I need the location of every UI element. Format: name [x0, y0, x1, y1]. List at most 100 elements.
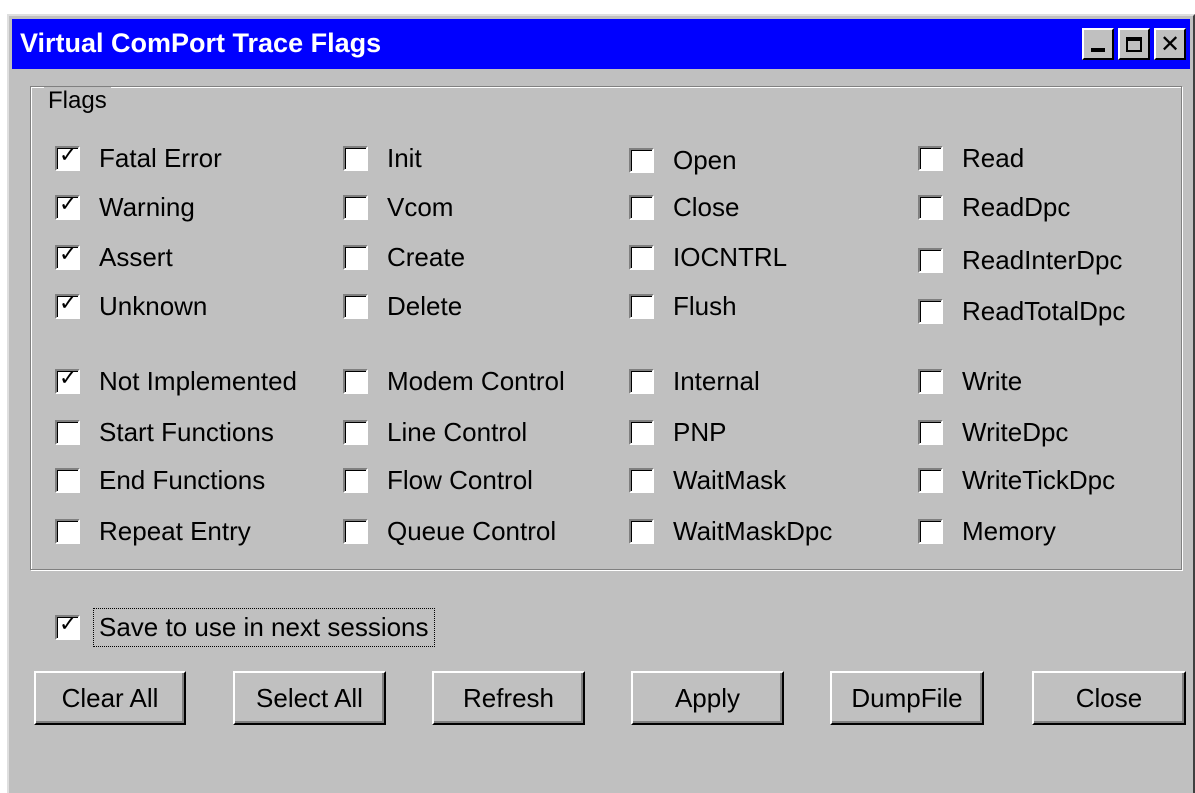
checkbox-box[interactable] — [343, 468, 368, 493]
checkbox-box[interactable] — [918, 248, 943, 273]
checkbox-box[interactable] — [629, 148, 654, 173]
checkbox-read[interactable]: Read — [918, 143, 1024, 174]
checkbox-waitmaskdpc[interactable]: WaitMaskDpc — [629, 516, 832, 547]
checkbox-delete[interactable]: Delete — [343, 291, 462, 322]
apply-button[interactable]: Apply — [631, 671, 784, 725]
checkbox-readtotaldpc[interactable]: ReadTotalDpc — [918, 296, 1125, 327]
checkbox-flush[interactable]: Flush — [629, 291, 737, 322]
checkbox-box[interactable]: ✓ — [55, 242, 80, 270]
checkbox-queue-control[interactable]: Queue Control — [343, 516, 556, 547]
close-button[interactable]: Close — [1032, 671, 1186, 725]
minimize-button[interactable] — [1082, 28, 1114, 60]
maximize-icon — [1126, 36, 1142, 52]
checkbox-label: Repeat Entry — [99, 516, 251, 546]
checkbox-box[interactable] — [918, 146, 943, 171]
checkbox-memory[interactable]: Memory — [918, 516, 1056, 547]
checkbox-label: Assert — [99, 242, 173, 272]
checkbox-box[interactable] — [918, 369, 943, 394]
checkbox-waitmask[interactable]: WaitMask — [629, 465, 786, 496]
checkbox-readinterdpc[interactable]: ReadInterDpc — [918, 245, 1122, 276]
checkbox-iocntrl[interactable]: IOCNTRL — [629, 242, 787, 273]
checkbox-close[interactable]: Close — [629, 192, 739, 223]
checkbox-fatal-error[interactable]: ✓ Fatal Error — [55, 143, 222, 174]
clear-all-button[interactable]: Clear All — [34, 671, 186, 725]
checkbox-box[interactable]: ✓ — [55, 368, 80, 394]
checkbox-box[interactable] — [343, 245, 368, 270]
checkbox-box[interactable] — [629, 245, 654, 270]
window-title: Virtual ComPort Trace Flags — [20, 28, 382, 58]
maximize-button[interactable] — [1118, 28, 1150, 60]
refresh-button[interactable]: Refresh — [432, 671, 585, 725]
close-window-button[interactable]: ✕ — [1154, 28, 1186, 60]
checkbox-repeat-entry[interactable]: Repeat Entry — [55, 516, 251, 547]
checkbox-box[interactable] — [343, 369, 368, 394]
checkbox-init[interactable]: Init — [343, 143, 422, 174]
checkbox-box[interactable] — [918, 420, 943, 445]
dumpfile-button[interactable]: DumpFile — [830, 671, 984, 725]
checkbox-open[interactable]: Open — [629, 145, 737, 176]
checkbox-box[interactable] — [55, 468, 80, 493]
checkbox-label: ReadTotalDpc — [962, 296, 1126, 326]
checkbox-end-functions[interactable]: End Functions — [55, 465, 265, 496]
checkbox-writetickdpc[interactable]: WriteTickDpc — [918, 465, 1115, 496]
checkbox-box[interactable] — [343, 294, 368, 319]
checkmark-icon: ✓ — [59, 242, 78, 267]
checkbox-readdpc[interactable]: ReadDpc — [918, 192, 1070, 223]
select-all-button[interactable]: Select All — [233, 671, 386, 725]
checkbox-box[interactable] — [629, 294, 654, 319]
checkbox-box[interactable] — [918, 468, 943, 493]
checkbox-label: Flush — [673, 291, 737, 321]
checkbox-box[interactable] — [343, 420, 368, 445]
checkbox-label: WriteTickDpc — [962, 465, 1116, 495]
flags-group-label: Flags — [44, 87, 111, 115]
checkbox-write[interactable]: Write — [918, 366, 1022, 397]
checkbox-flow-control[interactable]: Flow Control — [343, 465, 533, 496]
checkbox-label: WaitMaskDpc — [673, 516, 833, 546]
checkbox-internal[interactable]: Internal — [629, 366, 760, 397]
checkbox-label: Fatal Error — [99, 143, 222, 173]
checkbox-box[interactable] — [343, 195, 368, 220]
checkbox-label: ReadDpc — [962, 192, 1071, 222]
checkbox-box[interactable]: ✓ — [55, 293, 80, 319]
checkbox-assert[interactable]: ✓ Assert — [55, 242, 173, 273]
checkbox-box[interactable] — [55, 420, 80, 445]
checkbox-pnp[interactable]: PNP — [629, 417, 726, 448]
checkbox-box[interactable]: ✓ — [55, 145, 80, 171]
checkbox-label: WaitMask — [673, 465, 787, 495]
checkbox-create[interactable]: Create — [343, 242, 465, 273]
checkbox-not-implemented[interactable]: ✓ Not Implemented — [55, 366, 297, 397]
checkbox-box[interactable] — [629, 468, 654, 493]
checkbox-label: Warning — [99, 192, 195, 222]
checkbox-label: Modem Control — [387, 366, 565, 396]
checkbox-label: Unknown — [99, 291, 208, 321]
checkbox-box[interactable] — [343, 146, 368, 171]
checkbox-box[interactable] — [918, 195, 943, 220]
checkbox-box[interactable] — [55, 519, 80, 544]
checkbox-box[interactable] — [629, 195, 654, 220]
checkbox-box[interactable]: ✓ — [55, 614, 80, 640]
checkbox-box[interactable] — [918, 299, 943, 324]
checkbox-label: Write — [962, 366, 1023, 396]
checkbox-warning[interactable]: ✓ Warning — [55, 192, 195, 223]
title-bar[interactable]: Virtual ComPort Trace Flags ✕ — [12, 19, 1190, 69]
checkbox-label: Close — [673, 192, 740, 222]
checkbox-box[interactable] — [629, 519, 654, 544]
checkbox-box[interactable] — [918, 519, 943, 544]
checkbox-label: Memory — [962, 516, 1056, 546]
checkbox-label: Not Implemented — [99, 366, 297, 396]
checkbox-vcom[interactable]: Vcom — [343, 192, 453, 223]
checkbox-line-control[interactable]: Line Control — [343, 417, 527, 448]
checkbox-label: Flow Control — [387, 465, 533, 495]
checkbox-label: Vcom — [387, 192, 454, 222]
checkbox-label: Save to use in next sessions — [93, 608, 435, 647]
checkbox-box[interactable] — [629, 369, 654, 394]
checkbox-box[interactable] — [343, 519, 368, 544]
checkbox-box[interactable]: ✓ — [55, 194, 80, 220]
checkbox-modem-control[interactable]: Modem Control — [343, 366, 565, 397]
checkbox-start-functions[interactable]: Start Functions — [55, 417, 274, 448]
checkbox-label: End Functions — [99, 465, 266, 495]
checkbox-unknown[interactable]: ✓ Unknown — [55, 291, 207, 322]
save-sessions-checkbox[interactable]: ✓ Save to use in next sessions — [55, 608, 435, 647]
checkbox-writedpc[interactable]: WriteDpc — [918, 417, 1068, 448]
checkbox-box[interactable] — [629, 420, 654, 445]
